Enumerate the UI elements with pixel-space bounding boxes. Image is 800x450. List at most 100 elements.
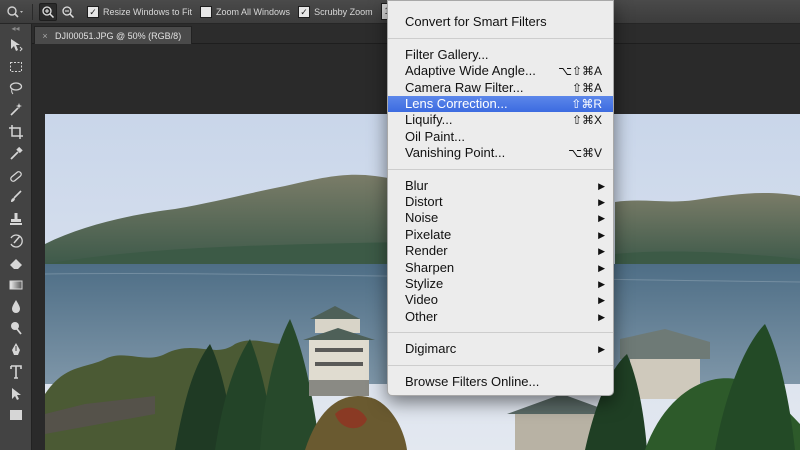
- gradient-icon: [9, 280, 23, 290]
- menu-item-label: Stylize: [405, 276, 444, 291]
- clone-stamp-tool[interactable]: [0, 208, 32, 230]
- menu-item-shortcut: ⇧⌘R: [571, 97, 602, 111]
- menu-item-digimarc[interactable]: Digimarc ▶: [388, 341, 613, 357]
- menu-item-label: Liquify...: [405, 112, 453, 127]
- magic-wand-icon: [10, 103, 22, 116]
- menu-item-liquify[interactable]: Liquify... ⇧⌘X: [388, 112, 613, 128]
- submenu-arrow-icon: ▶: [598, 230, 605, 240]
- menu-item-label: Convert for Smart Filters: [405, 14, 547, 29]
- menu-item-video[interactable]: Video ▶: [388, 292, 613, 308]
- path-selection-tool[interactable]: [0, 383, 32, 405]
- document-tab-title: DJI00051.JPG @ 50% (RGB/8): [55, 30, 182, 41]
- menu-item-filter-gallery[interactable]: Filter Gallery...: [388, 47, 613, 63]
- menu-item-label: Sharpen: [405, 260, 455, 275]
- resize-windows-checkbox[interactable]: ✓ Resize Windows to Fit: [87, 5, 193, 18]
- separator: [32, 3, 33, 20]
- submenu-arrow-icon: ▶: [598, 197, 605, 207]
- brush-icon: [11, 190, 22, 203]
- zoom-icon: [7, 5, 23, 18]
- menu-item-label: Other: [405, 309, 438, 324]
- menu-item-label: Camera Raw Filter...: [405, 80, 524, 95]
- eraser-icon: [10, 258, 22, 269]
- menu-item-label: Vanishing Point...: [405, 145, 506, 160]
- scrubby-zoom-label: Scrubby Zoom: [314, 6, 373, 17]
- menu-item-distort[interactable]: Distort ▶: [388, 194, 613, 210]
- menu-item-vanishing-point[interactable]: Vanishing Point... ⌥⌘V: [388, 145, 613, 161]
- menu-item-label: Noise: [405, 210, 439, 225]
- close-document-icon[interactable]: ×: [38, 31, 52, 41]
- type-icon: [10, 365, 22, 379]
- menu-item-label: Browse Filters Online...: [405, 374, 540, 389]
- magic-wand-tool[interactable]: [0, 99, 32, 121]
- submenu-arrow-icon: ▶: [598, 263, 605, 273]
- zoom-in-icon: [42, 5, 55, 18]
- menu-item-label: Blur: [405, 178, 429, 193]
- marquee-icon: [10, 61, 22, 72]
- healing-brush-tool[interactable]: [0, 165, 32, 187]
- gradient-tool[interactable]: [0, 274, 32, 296]
- pen-icon: [12, 343, 20, 356]
- menu-item-stylize[interactable]: Stylize ▶: [388, 276, 613, 292]
- crop-icon: [9, 125, 23, 140]
- menu-item-camera-raw-filter[interactable]: Camera Raw Filter... ⇧⌘A: [388, 80, 613, 96]
- menu-item-shortcut: ⇧⌘X: [571, 113, 602, 127]
- zoom-all-windows-checkbox[interactable]: ✓ Zoom All Windows: [200, 5, 290, 18]
- history-brush-icon: [10, 234, 23, 248]
- type-tool[interactable]: [0, 361, 32, 383]
- menu-separator: [388, 332, 613, 333]
- menu-item-lens-correction[interactable]: Lens Correction... ⇧⌘R: [388, 96, 613, 112]
- blur-tool[interactable]: [0, 296, 32, 318]
- shape-tool[interactable]: [0, 405, 32, 427]
- menu-item-label: Filter Gallery...: [405, 47, 489, 62]
- move-tool[interactable]: [0, 34, 32, 56]
- zoom-tool-preset-picker[interactable]: [4, 3, 26, 21]
- menu-item-label: Video: [405, 292, 439, 307]
- menu-item-oil-paint[interactable]: Oil Paint...: [388, 129, 613, 145]
- menu-item-convert-for-smart-filters[interactable]: Convert for Smart Filters: [388, 14, 613, 30]
- collapse-toolbar-icon[interactable]: ◂◂: [0, 24, 31, 34]
- lasso-icon: [9, 82, 23, 95]
- resize-windows-label: Resize Windows to Fit: [103, 6, 193, 17]
- crop-tool[interactable]: [0, 121, 32, 143]
- move-icon: [11, 38, 23, 52]
- menu-separator: [388, 365, 613, 366]
- menu-item-blur[interactable]: Blur ▶: [388, 178, 613, 194]
- dodge-tool[interactable]: [0, 317, 32, 339]
- marquee-tool[interactable]: [0, 56, 32, 78]
- eyedropper-tool[interactable]: [0, 143, 32, 165]
- healing-brush-icon: [10, 170, 22, 182]
- menu-item-sharpen[interactable]: Sharpen ▶: [388, 260, 613, 276]
- menu-item-pixelate[interactable]: Pixelate ▶: [388, 227, 613, 243]
- submenu-arrow-icon: ▶: [598, 295, 605, 305]
- submenu-arrow-icon: ▶: [598, 181, 605, 191]
- zoom-in-button[interactable]: [39, 2, 57, 21]
- shape-icon: [10, 410, 22, 421]
- menu-item-other[interactable]: Other ▶: [388, 309, 613, 325]
- menu-item-shortcut: ⌥⌘V: [568, 146, 602, 160]
- document-tab[interactable]: × DJI00051.JPG @ 50% (RGB/8): [34, 26, 192, 44]
- brush-tool[interactable]: [0, 187, 32, 209]
- submenu-arrow-icon: ▶: [598, 246, 605, 256]
- scrubby-zoom-checkbox[interactable]: ✓ Scrubby Zoom: [298, 5, 373, 18]
- blur-icon: [12, 300, 20, 314]
- eraser-tool[interactable]: [0, 252, 32, 274]
- history-brush-tool[interactable]: [0, 230, 32, 252]
- menu-item-noise[interactable]: Noise ▶: [388, 210, 613, 226]
- zoom-out-button[interactable]: [59, 3, 77, 21]
- menu-item-render[interactable]: Render ▶: [388, 243, 613, 259]
- menu-item-label: Oil Paint...: [405, 129, 465, 144]
- clone-stamp-icon: [10, 213, 22, 226]
- pen-tool[interactable]: [0, 339, 32, 361]
- zoom-out-icon: [62, 5, 75, 18]
- checkbox-unchecked-icon: ✓: [200, 5, 213, 18]
- submenu-arrow-icon: ▶: [598, 344, 605, 354]
- eyedropper-icon: [10, 146, 23, 160]
- menu-item-label: Render: [405, 243, 448, 258]
- submenu-arrow-icon: ▶: [598, 213, 605, 223]
- filter-menu: Convert for Smart Filters Filter Gallery.…: [387, 0, 614, 396]
- menu-item-browse-filters-online[interactable]: Browse Filters Online...: [388, 374, 613, 390]
- menu-item-adaptive-wide-angle[interactable]: Adaptive Wide Angle... ⌥⇧⌘A: [388, 63, 613, 79]
- lasso-tool[interactable]: [0, 78, 32, 100]
- menu-item-label: Pixelate: [405, 227, 452, 242]
- menu-item-label: Lens Correction...: [405, 96, 508, 111]
